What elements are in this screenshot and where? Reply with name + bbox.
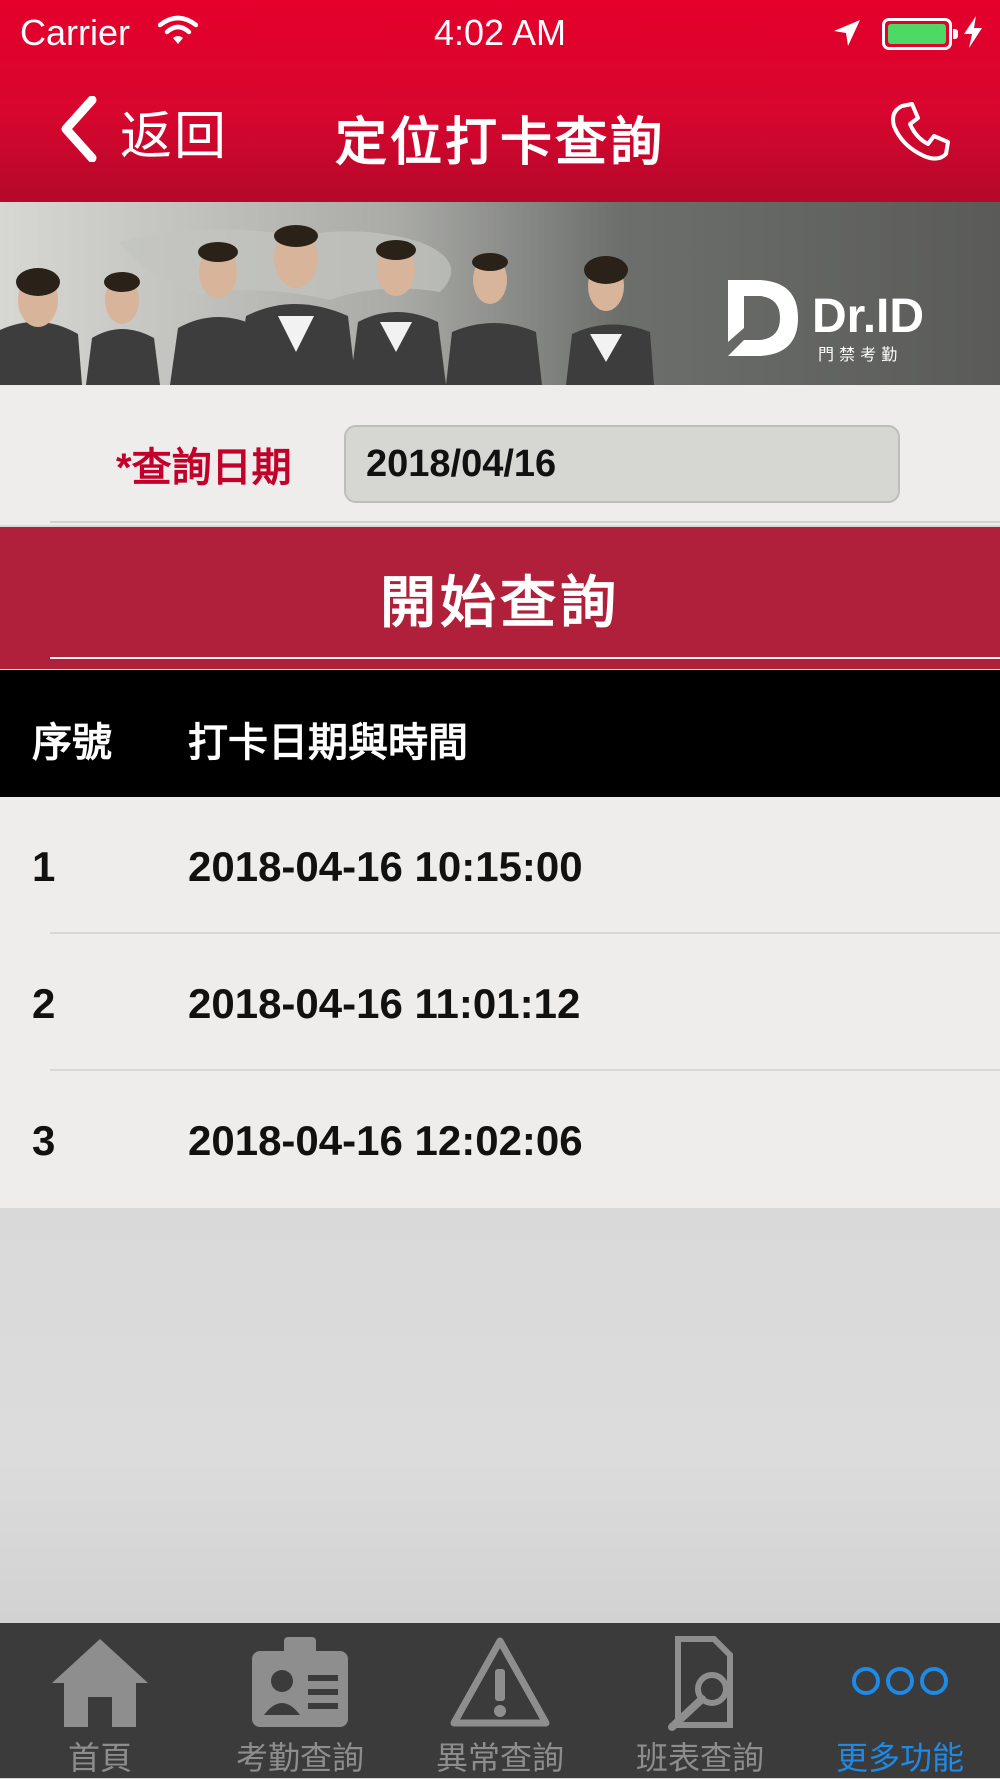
svg-text:Dr.ID: Dr.ID [812,290,924,343]
row-index: 1 [32,843,56,890]
tab-bar: 首頁 考勤查詢 異常查詢 班表查詢 更多功能 [0,1623,1000,1778]
id-card-icon [248,1635,352,1736]
tab-schedule-label: 班表查詢 [635,1740,764,1776]
tab-more-label: 更多功能 [835,1740,964,1776]
warning-icon [448,1635,552,1736]
row-index: 2 [32,980,56,1027]
row-datetime: 2018-04-16 11:01:12 [188,980,581,1027]
table-row[interactable]: 3 2018-04-16 12:02:06 [0,1071,1000,1208]
divider [50,521,1000,523]
tab-attendance[interactable]: 考勤查詢 [200,1623,400,1778]
tab-exception-label: 異常查詢 [435,1740,564,1776]
column-header-datetime: 打卡日期與時間 [188,721,468,765]
row-datetime: 2018-04-16 10:15:00 [188,843,583,890]
divider [50,657,1000,659]
tab-exception[interactable]: 異常查詢 [400,1623,600,1778]
empty-area [0,1209,1000,1623]
status-bar: Carrier 4:02 AM [0,0,1000,66]
header-banner: Dr.ID 門 禁 考 勤 [0,202,1000,385]
tab-home-label: 首頁 [67,1740,132,1776]
start-query-button[interactable]: 開始查詢 [0,527,1000,669]
date-field[interactable] [344,425,900,503]
phone-icon[interactable] [888,100,952,169]
more-icon [848,1635,952,1700]
date-label-text: 查詢日期 [131,446,292,490]
punch-record-list: 1 2018-04-16 10:15:00 2 2018-04-16 11:01… [0,797,1000,1208]
row-index: 3 [32,1117,56,1164]
query-form: *查詢日期 [0,385,1000,525]
charging-bolt-icon [962,16,984,53]
table-row[interactable]: 2 2018-04-16 11:01:12 [0,934,1000,1071]
row-datetime: 2018-04-16 12:02:06 [188,1117,583,1164]
location-arrow-icon [832,18,862,53]
tab-schedule[interactable]: 班表查詢 [600,1623,800,1778]
tab-attendance-label: 考勤查詢 [235,1740,364,1776]
page-title: 定位打卡查詢 [334,114,665,172]
home-icon [48,1635,152,1736]
table-row[interactable]: 1 2018-04-16 10:15:00 [0,797,1000,934]
nav-header: Carrier 4:02 AM 返回 定位打卡查詢 [0,0,1000,202]
date-label: *查詢日期 [116,435,292,493]
table-header: 序號 打卡日期與時間 [0,670,1000,797]
battery-icon [882,18,958,50]
tab-home[interactable]: 首頁 [0,1623,200,1778]
start-query-label: 開始查詢 [380,570,620,634]
tab-more[interactable]: 更多功能 [800,1623,1000,1778]
column-header-index: 序號 [32,721,112,765]
required-mark: * [116,446,132,490]
schedule-search-icon [648,1635,752,1736]
svg-text:門 禁 考 勤: 門 禁 考 勤 [818,345,897,364]
drid-logo: Dr.ID 門 禁 考 勤 [726,274,966,371]
